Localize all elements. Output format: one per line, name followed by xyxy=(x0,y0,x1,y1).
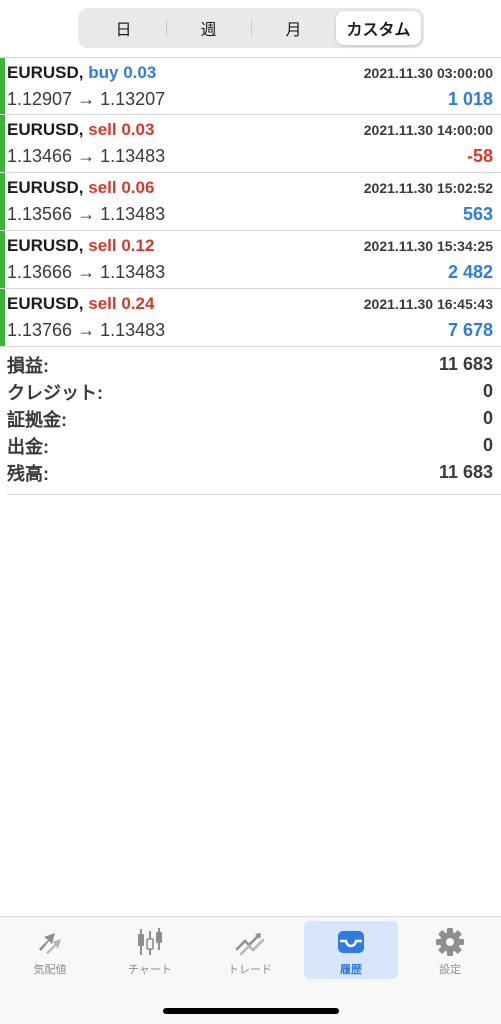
deal-time: 2021.11.30 15:34:25 xyxy=(363,238,493,254)
summary-label: 残高: xyxy=(7,463,49,484)
deal-row[interactable]: EURUSD, buy 0.03 2021.11.30 03:00:00 1.1… xyxy=(0,57,501,115)
deal-indicator-bar xyxy=(0,115,5,172)
tab-label: トレード xyxy=(228,964,272,976)
deal-time: 2021.11.30 15:02:52 xyxy=(363,180,493,196)
deal-side-volume: sell 0.03 xyxy=(88,120,155,139)
summary-label: クレジット: xyxy=(7,382,103,403)
deal-symbol: EURUSD, xyxy=(7,236,84,255)
deals-list: EURUSD, buy 0.03 2021.11.30 03:00:00 1.1… xyxy=(0,57,501,347)
history-summary: 損益: 11 683 クレジット: 0 証拠金: 0 出金: 0 残高: 11 683 xyxy=(7,351,501,495)
history-inbox-icon xyxy=(338,931,364,953)
summary-row-deposit: 証拠金: 0 xyxy=(7,405,501,432)
tab-history[interactable]: 履歴 xyxy=(304,921,398,979)
deal-time: 2021.11.30 14:00:00 xyxy=(363,122,493,138)
tab-quotes[interactable]: 気配値 xyxy=(3,921,97,979)
deal-prices: 1.13666 → 1.13483 xyxy=(7,262,166,282)
summary-value: 11 683 xyxy=(438,462,493,482)
summary-row-credit: クレジット: 0 xyxy=(7,378,501,405)
deal-symbol: EURUSD, xyxy=(7,294,84,313)
deal-side-volume: sell 0.24 xyxy=(88,294,155,313)
deal-symbol: EURUSD, xyxy=(7,120,84,139)
deal-time: 2021.11.30 03:00:00 xyxy=(363,65,493,81)
deal-profit: 563 xyxy=(462,204,493,224)
deal-row[interactable]: EURUSD, sell 0.03 2021.11.30 14:00:00 1.… xyxy=(0,115,501,173)
gear-icon xyxy=(436,928,464,956)
deal-symbol: EURUSD, xyxy=(7,178,84,197)
deal-profit: 7 678 xyxy=(447,320,493,340)
candlestick-chart-icon xyxy=(138,928,162,955)
tab-settings[interactable]: 設定 xyxy=(403,921,497,979)
tab-week[interactable]: 週 xyxy=(166,11,251,45)
deal-side-volume: sell 0.12 xyxy=(88,236,155,255)
home-indicator xyxy=(163,1008,339,1014)
quotes-icon xyxy=(39,933,61,954)
deal-profit: 1 018 xyxy=(447,89,493,109)
summary-value: 0 xyxy=(482,381,493,401)
deal-prices: 1.13566 → 1.13483 xyxy=(7,204,166,224)
summary-value: 11 683 xyxy=(438,354,493,374)
deal-symbol: EURUSD, xyxy=(7,63,84,82)
deal-prices: 1.12907 → 1.13207 xyxy=(7,89,166,109)
tab-day[interactable]: 日 xyxy=(81,11,166,45)
tab-trade[interactable]: トレード xyxy=(203,921,297,979)
tab-label: 履歴 xyxy=(340,964,362,976)
deal-indicator-bar xyxy=(0,173,5,230)
summary-label: 出金: xyxy=(7,436,49,457)
summary-row-withdrawal: 出金: 0 xyxy=(7,432,501,459)
summary-value: 0 xyxy=(482,435,493,455)
deal-row[interactable]: EURUSD, sell 0.24 2021.11.30 16:45:43 1.… xyxy=(0,289,501,347)
deal-row[interactable]: EURUSD, sell 0.12 2021.11.30 15:34:25 1.… xyxy=(0,231,501,289)
deal-profit: 2 482 xyxy=(447,262,493,282)
tab-label: チャート xyxy=(128,964,172,976)
deal-row[interactable]: EURUSD, sell 0.06 2021.11.30 15:02:52 1.… xyxy=(0,173,501,231)
deal-profit: -58 xyxy=(466,146,493,166)
tab-month[interactable]: 月 xyxy=(251,11,336,45)
deal-indicator-bar xyxy=(0,231,5,288)
deal-indicator-bar xyxy=(0,58,5,114)
deal-side-volume: sell 0.06 xyxy=(88,178,155,197)
tab-chart[interactable]: チャート xyxy=(103,921,197,979)
tab-label: 気配値 xyxy=(33,964,67,976)
tab-label: 設定 xyxy=(439,964,461,976)
summary-value: 0 xyxy=(482,408,493,428)
deal-side-volume: buy 0.03 xyxy=(88,63,157,82)
deal-prices: 1.13466 → 1.13483 xyxy=(7,146,166,166)
summary-row-profit: 損益: 11 683 xyxy=(7,351,501,378)
summary-label: 証拠金: xyxy=(7,409,67,430)
tab-custom[interactable]: カスタム xyxy=(336,11,421,45)
trade-icon xyxy=(235,933,265,956)
period-segmented-control: 日 週 月 カスタム xyxy=(78,8,424,48)
deal-prices: 1.13766 → 1.13483 xyxy=(7,320,166,340)
summary-label: 損益: xyxy=(7,355,49,376)
deal-time: 2021.11.30 16:45:43 xyxy=(363,296,493,312)
summary-row-balance: 残高: 11 683 xyxy=(7,459,501,486)
deal-indicator-bar xyxy=(0,289,5,346)
